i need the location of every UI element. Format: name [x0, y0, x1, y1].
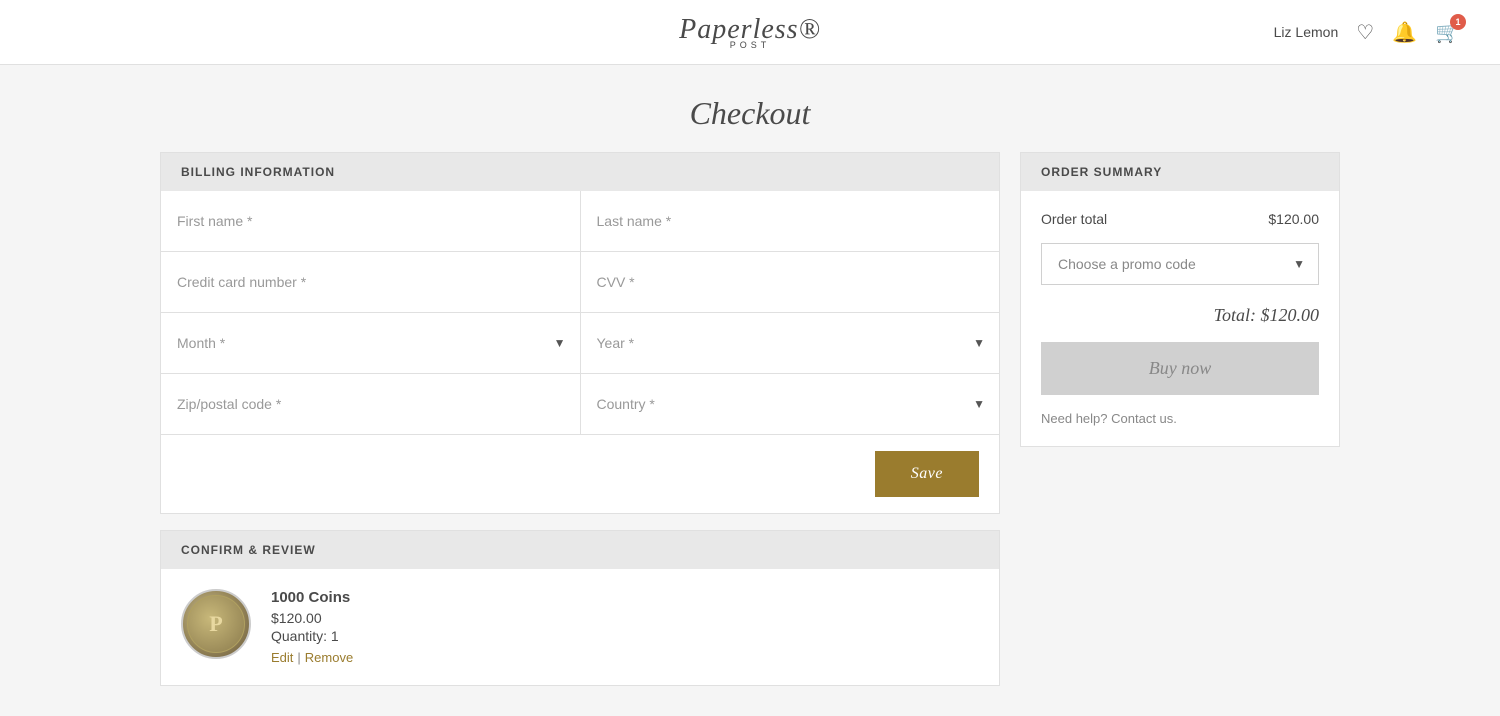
- edit-link[interactable]: Edit: [271, 650, 293, 665]
- promo-select-wrap[interactable]: Choose a promo code ▼: [1041, 243, 1319, 285]
- product-image: P: [181, 589, 251, 659]
- promo-select[interactable]: Choose a promo code: [1041, 243, 1319, 285]
- cart-icon[interactable]: 🛒 1: [1435, 20, 1460, 45]
- month-field[interactable]: Month * 01 - January 02 - February 03 - …: [161, 313, 581, 373]
- card-row: [161, 252, 999, 313]
- order-summary-header: ORDER SUMMARY: [1021, 153, 1339, 191]
- order-summary: ORDER SUMMARY Order total $120.00 Choose…: [1020, 152, 1340, 447]
- cvv-field[interactable]: [581, 252, 1000, 312]
- product-actions: Edit | Remove: [271, 650, 979, 665]
- header-right: Liz Lemon ♡ 🔔 🛒 1: [987, 20, 1460, 45]
- last-name-input[interactable]: [581, 191, 1000, 251]
- product-image-inner: P: [187, 595, 245, 653]
- first-name-input[interactable]: [161, 191, 580, 251]
- product-quantity: Quantity: 1: [271, 628, 979, 644]
- cvv-input[interactable]: [581, 252, 1000, 312]
- page-title: Checkout: [0, 95, 1500, 132]
- left-column: BILLING INFORMATION: [160, 152, 1000, 686]
- year-select[interactable]: Year * 2024 2025 2026 2027 2028: [581, 313, 1000, 373]
- country-select[interactable]: Country * United States Canada United Ki…: [581, 374, 1000, 434]
- order-total-amount: $120.00: [1268, 211, 1319, 227]
- billing-section: BILLING INFORMATION: [160, 152, 1000, 514]
- total-line: Total: $120.00: [1041, 305, 1319, 326]
- expiry-row: Month * 01 - January 02 - February 03 - …: [161, 313, 999, 374]
- year-field[interactable]: Year * 2024 2025 2026 2027 2028 ▼: [581, 313, 1000, 373]
- month-select[interactable]: Month * 01 - January 02 - February 03 - …: [161, 313, 580, 373]
- total-text: Total: $120.00: [1214, 305, 1319, 325]
- credit-card-field[interactable]: [161, 252, 581, 312]
- header: Paperless® POST Liz Lemon ♡ 🔔 🛒 1: [0, 0, 1500, 65]
- last-name-field[interactable]: [581, 191, 1000, 251]
- header-logo: Paperless® POST: [513, 14, 986, 50]
- name-row: [161, 191, 999, 252]
- form-actions: Save: [161, 435, 999, 513]
- country-field[interactable]: Country * United States Canada United Ki…: [581, 374, 1000, 434]
- confirm-body: P 1000 Coins $120.00 Quantity: 1 Edit | …: [161, 569, 999, 685]
- product-name: 1000 Coins: [271, 589, 979, 606]
- order-total-row: Order total $120.00: [1041, 211, 1319, 227]
- help-text: Need help? Contact us.: [1041, 411, 1319, 426]
- confirm-section-header: CONFIRM & REVIEW: [161, 531, 999, 569]
- first-name-field[interactable]: [161, 191, 581, 251]
- action-divider: |: [297, 650, 300, 665]
- buy-button[interactable]: Buy now: [1041, 342, 1319, 395]
- location-row: Country * United States Canada United Ki…: [161, 374, 999, 435]
- product-details: 1000 Coins $120.00 Quantity: 1 Edit | Re…: [271, 589, 979, 665]
- help-label: Need help?: [1041, 411, 1108, 426]
- confirm-section: CONFIRM & REVIEW P 1000 Coins $120.00 Qu…: [160, 530, 1000, 686]
- credit-card-input[interactable]: [161, 252, 580, 312]
- main-layout: BILLING INFORMATION: [120, 152, 1380, 686]
- page-title-wrap: Checkout: [0, 65, 1500, 152]
- order-total-label: Order total: [1041, 211, 1107, 227]
- logo: Paperless® POST: [679, 14, 821, 50]
- save-button[interactable]: Save: [875, 451, 979, 497]
- heart-icon[interactable]: ♡: [1356, 20, 1374, 45]
- contact-link[interactable]: Contact us.: [1111, 411, 1177, 426]
- bell-icon[interactable]: 🔔: [1392, 20, 1417, 45]
- product-image-letter: P: [209, 611, 222, 637]
- username: Liz Lemon: [1274, 24, 1339, 40]
- billing-section-header: BILLING INFORMATION: [161, 153, 999, 191]
- zip-field[interactable]: [161, 374, 581, 434]
- remove-link[interactable]: Remove: [305, 650, 353, 665]
- zip-input[interactable]: [161, 374, 580, 434]
- cart-badge: 1: [1450, 14, 1466, 30]
- order-summary-body: Order total $120.00 Choose a promo code …: [1021, 191, 1339, 446]
- product-price: $120.00: [271, 610, 979, 626]
